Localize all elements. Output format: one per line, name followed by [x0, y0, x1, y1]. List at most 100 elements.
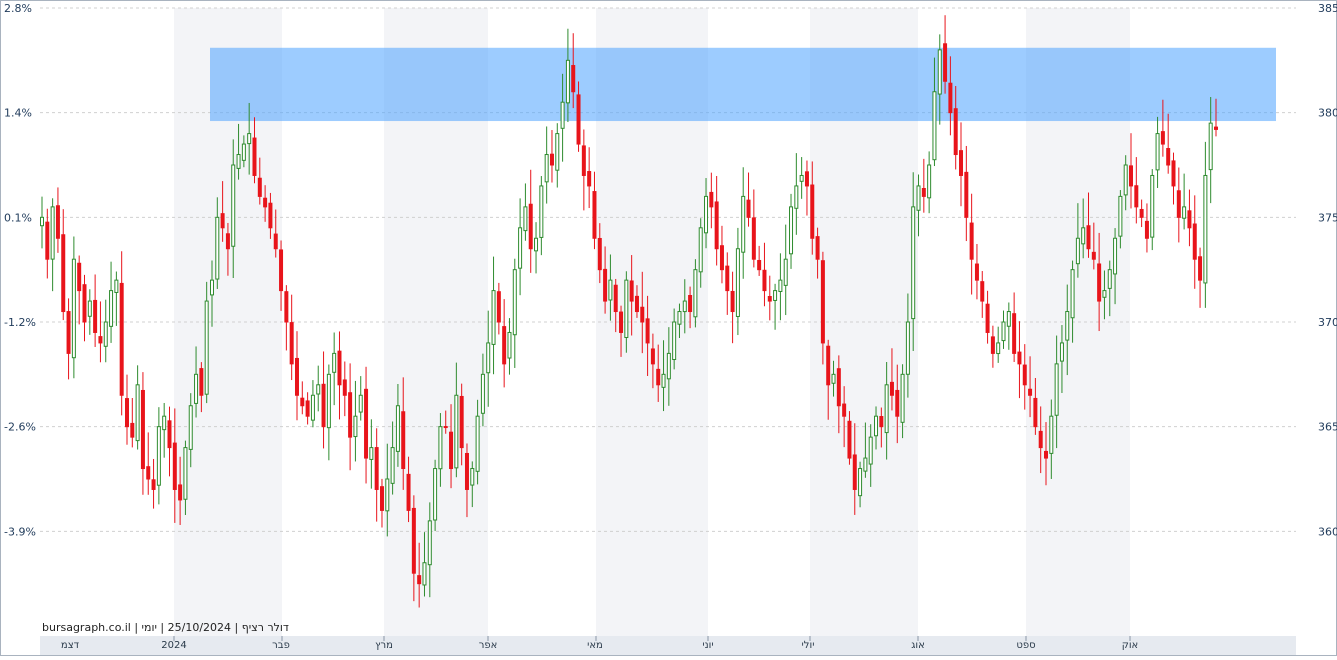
candle-body	[576, 94, 581, 145]
candle-body	[1086, 225, 1091, 250]
candle-body	[884, 384, 889, 434]
candle-body	[305, 400, 310, 417]
candle-body	[66, 311, 71, 354]
candle-body	[486, 342, 491, 374]
candle-body	[1171, 160, 1176, 187]
candle-body	[188, 405, 193, 450]
x-tick-label: פבר	[272, 640, 290, 651]
candle-body	[1049, 415, 1054, 454]
candle-body	[1017, 351, 1022, 365]
candle-body	[1102, 290, 1107, 298]
candle-body	[98, 336, 103, 344]
candle-body	[1107, 269, 1112, 289]
candle-body	[406, 473, 411, 511]
candle-body	[1182, 206, 1187, 219]
candle-body	[746, 199, 751, 218]
candle-body	[544, 154, 549, 183]
x-tick-label: יוני	[702, 640, 713, 651]
candle-body	[395, 405, 400, 452]
candle-body	[608, 279, 613, 301]
candle-body	[1012, 313, 1017, 354]
candle-body	[1113, 237, 1118, 275]
left-tick-label: -3.9%	[4, 525, 36, 538]
candle-body	[209, 279, 214, 296]
candle-body	[130, 422, 135, 438]
x-tick-label: אפר	[479, 640, 498, 651]
candle-body	[741, 195, 746, 253]
candle-body	[810, 184, 815, 239]
candle-body	[528, 203, 533, 250]
candle-body	[82, 284, 87, 323]
candle-body	[778, 279, 783, 292]
candle-body	[704, 195, 709, 234]
candle-body	[874, 415, 879, 437]
candle-body	[581, 145, 586, 176]
candle-body	[889, 381, 894, 396]
candle-body	[900, 373, 905, 423]
candle-body	[45, 221, 50, 260]
candle-body	[162, 415, 167, 431]
candle-body	[794, 185, 799, 209]
candle-body	[948, 82, 953, 114]
candle-body	[656, 368, 661, 386]
candle-body	[714, 201, 719, 250]
candle-body	[321, 383, 326, 428]
right-tick-label: 360	[1318, 525, 1337, 538]
candle-body	[411, 507, 416, 574]
candle-body	[831, 373, 836, 384]
candle-body	[539, 185, 544, 238]
candle-body	[257, 177, 262, 197]
candle-body	[273, 233, 278, 250]
candle-body	[369, 447, 374, 460]
x-tick-label: מרץ	[375, 640, 393, 651]
candle-body	[172, 442, 177, 490]
candle-body	[220, 213, 225, 229]
candle-body	[55, 205, 60, 239]
candle-body	[799, 174, 804, 182]
candle-body	[316, 384, 321, 395]
candle-body	[252, 137, 257, 176]
candle-body	[645, 318, 650, 344]
left-tick-label: -2.6%	[4, 421, 36, 434]
candle-body	[379, 486, 384, 511]
candle-body	[332, 352, 337, 373]
candle-body	[549, 153, 554, 166]
x-tick-label: 2024	[161, 640, 186, 651]
candle-body	[847, 420, 852, 459]
candle-body	[454, 394, 459, 469]
candle-body	[783, 258, 788, 286]
candle-body	[1160, 131, 1165, 145]
candle-body	[985, 303, 990, 333]
right-tick-label: 380	[1318, 107, 1337, 120]
candle-body	[597, 237, 602, 271]
candle-body	[1129, 165, 1134, 187]
candle-body	[480, 373, 485, 414]
candle-body	[1065, 311, 1070, 341]
candle-body	[502, 326, 507, 365]
candle-body	[151, 479, 156, 490]
candle-body	[167, 420, 172, 449]
candle-body	[1033, 397, 1038, 428]
candle-body	[1070, 269, 1075, 319]
candle-body	[937, 49, 942, 95]
candle-body	[842, 403, 847, 417]
candle-body	[629, 280, 634, 302]
x-tick-label: אוג	[911, 640, 925, 651]
candle-body	[215, 216, 220, 280]
candle-body	[820, 260, 825, 344]
candle-body	[1144, 220, 1149, 239]
candle-body	[762, 269, 767, 292]
candle-body	[666, 352, 671, 380]
candle-body	[374, 447, 379, 490]
candle-body	[677, 311, 682, 325]
candle-body	[358, 394, 363, 413]
right-tick-label: 370	[1318, 316, 1337, 329]
candle-body	[337, 350, 342, 386]
candle-body	[109, 290, 114, 327]
candle-body	[50, 206, 55, 260]
candle-body	[1155, 133, 1160, 171]
candle-body	[364, 388, 369, 459]
candle-body	[974, 263, 979, 281]
candle-body	[433, 468, 438, 521]
candle-body	[353, 415, 358, 438]
